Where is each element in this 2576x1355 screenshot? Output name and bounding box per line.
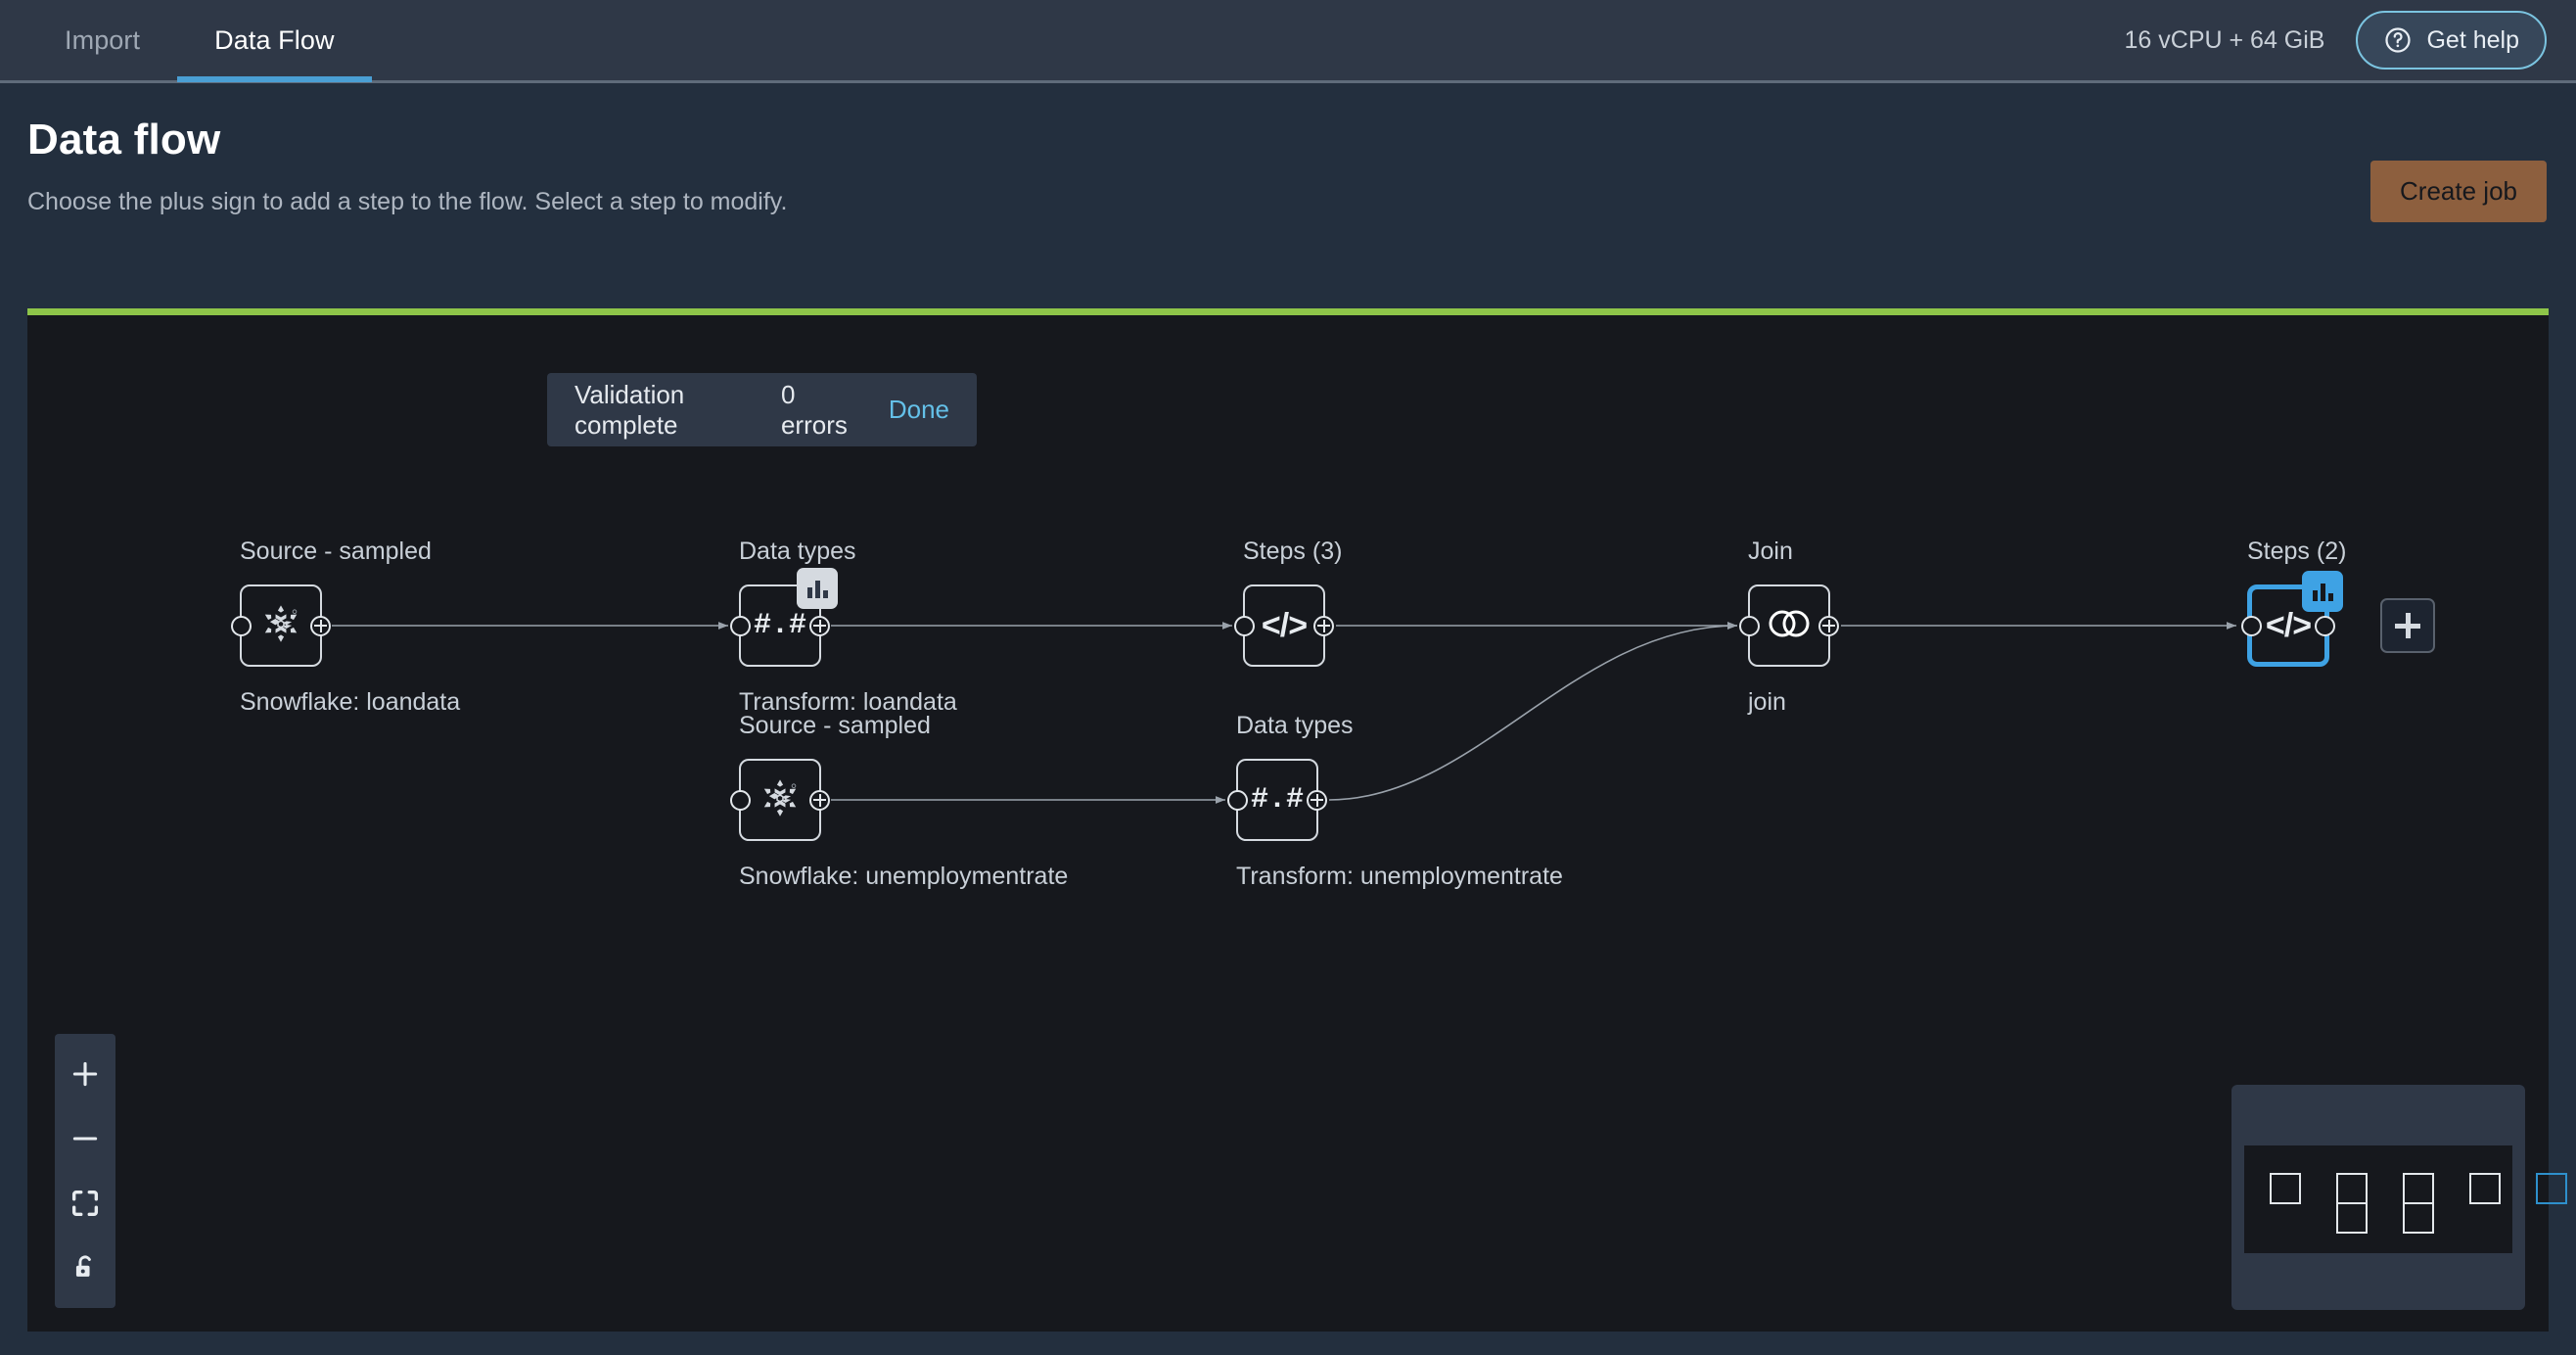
node-input-port[interactable] <box>1739 616 1760 636</box>
unlock-button[interactable] <box>55 1236 115 1300</box>
node-insights-badge[interactable] <box>2302 571 2343 612</box>
node-subtitle: Snowflake: unemploymentrate <box>739 863 1068 891</box>
validation-message: Validation complete <box>575 380 740 441</box>
node-subtitle: Transform: unemploymentrate <box>1236 863 1563 891</box>
create-job-button[interactable]: Create job <box>2370 161 2547 222</box>
get-help-label: Get help <box>2426 26 2519 55</box>
validation-banner: Validation complete 0 errors Done <box>547 373 977 446</box>
node-box[interactable] <box>1748 584 1830 667</box>
tab-list: Import Data Flow <box>27 0 372 82</box>
node-output-port[interactable] <box>310 616 331 636</box>
top-bar-right: 16 vCPU + 64 GiB Get help <box>2125 11 2547 70</box>
minimap-node <box>2403 1202 2434 1234</box>
snowflake-icon <box>758 775 803 825</box>
node-box[interactable] <box>240 584 322 667</box>
node-input-port[interactable] <box>1227 790 1248 811</box>
flow-node-datatypes-loandata[interactable]: Data types #.# Transform: loandata <box>739 584 821 667</box>
data-flow-canvas[interactable]: Validation complete 0 errors Done Source… <box>27 308 2549 1332</box>
hash-decimal-icon: #.# <box>754 609 806 642</box>
code-brackets-icon: </> <box>2266 607 2311 645</box>
node-output-port[interactable] <box>2315 616 2335 636</box>
page-subtitle: Choose the plus sign to add a step to th… <box>27 188 787 216</box>
zoom-out-button[interactable] <box>55 1106 115 1171</box>
question-circle-icon <box>2383 25 2413 55</box>
node-insights-badge[interactable] <box>797 568 838 609</box>
canvas-zoom-toolbar <box>55 1034 115 1308</box>
minimap-node <box>2336 1173 2368 1204</box>
fit-to-screen-button[interactable] <box>55 1171 115 1236</box>
node-input-port[interactable] <box>1234 616 1255 636</box>
node-output-port[interactable] <box>1313 616 1334 636</box>
node-box[interactable]: #.# <box>739 584 821 667</box>
node-input-port[interactable] <box>231 616 252 636</box>
tab-data-flow-label: Data Flow <box>214 25 334 56</box>
validation-done-link[interactable]: Done <box>889 395 949 425</box>
tab-import-label: Import <box>65 25 140 56</box>
node-input-port[interactable] <box>730 790 751 811</box>
node-title: Join <box>1748 537 1793 566</box>
node-title: Steps (2) <box>2247 537 2346 566</box>
node-title: Steps (3) <box>1243 537 1342 566</box>
node-input-port[interactable] <box>730 616 751 636</box>
node-box[interactable] <box>739 759 821 841</box>
minimap-node <box>2270 1173 2301 1204</box>
code-brackets-icon: </> <box>1262 607 1307 645</box>
node-box[interactable]: #.# <box>1236 759 1318 841</box>
node-title: Source - sampled <box>739 712 931 740</box>
node-box[interactable]: </> <box>2247 584 2329 667</box>
validation-error-count: 0 errors <box>781 380 848 441</box>
snowflake-icon <box>258 601 303 651</box>
get-help-button[interactable]: Get help <box>2356 11 2547 70</box>
node-title: Data types <box>739 537 856 566</box>
tab-data-flow[interactable]: Data Flow <box>177 0 371 82</box>
flow-node-source-loandata[interactable]: Source - sampled <box>240 584 322 667</box>
node-subtitle: join <box>1748 688 1786 717</box>
add-step-button[interactable] <box>2380 598 2435 653</box>
node-output-port[interactable] <box>1818 616 1839 636</box>
node-box[interactable]: </> <box>1243 584 1325 667</box>
minimap-viewport[interactable] <box>2244 1145 2512 1253</box>
hash-decimal-icon: #.# <box>1251 783 1304 817</box>
top-tab-bar: Import Data Flow 16 vCPU + 64 GiB Get he… <box>0 0 2576 83</box>
node-subtitle: Snowflake: loandata <box>240 688 460 717</box>
node-output-port[interactable] <box>809 616 830 636</box>
capacity-label: 16 vCPU + 64 GiB <box>2125 26 2325 55</box>
minimap-node <box>2469 1173 2501 1204</box>
minimap-node <box>2336 1202 2368 1234</box>
minimap-node-selected <box>2536 1173 2567 1204</box>
page-title: Data flow <box>27 116 787 164</box>
canvas-minimap[interactable] <box>2231 1085 2525 1310</box>
node-input-port[interactable] <box>2241 616 2262 636</box>
node-output-port[interactable] <box>1307 790 1327 811</box>
minimap-node <box>2403 1173 2434 1204</box>
flow-node-source-unemploymentrate[interactable]: Source - sampled <box>739 759 821 841</box>
venn-circles-icon <box>1765 607 1814 645</box>
flow-node-steps-3[interactable]: Steps (3) </> <box>1243 584 1325 667</box>
flow-node-steps-2[interactable]: Steps (2) </> <box>2247 584 2329 667</box>
node-title: Source - sampled <box>240 537 432 566</box>
zoom-in-button[interactable] <box>55 1042 115 1106</box>
node-output-port[interactable] <box>809 790 830 811</box>
flow-node-join[interactable]: Join join <box>1748 584 1830 667</box>
flow-node-datatypes-unemploymentrate[interactable]: Data types #.# Transform: unemploymentra… <box>1236 759 1318 841</box>
page-header: Data flow Choose the plus sign to add a … <box>27 116 787 216</box>
tab-import[interactable]: Import <box>27 0 177 82</box>
node-title: Data types <box>1236 712 1354 740</box>
